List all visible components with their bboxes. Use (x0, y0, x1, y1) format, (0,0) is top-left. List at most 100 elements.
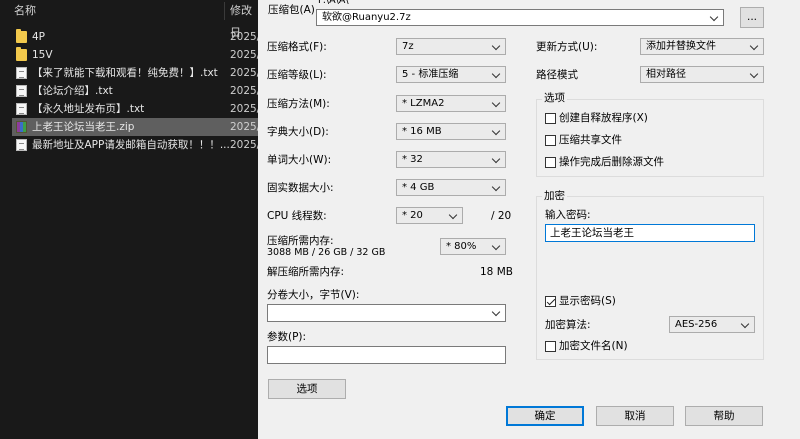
level-combo[interactable]: 5 - 标准压缩 (396, 66, 506, 83)
solid-label: 固实数据大小: (267, 182, 334, 194)
column-header-name[interactable]: 名称 (14, 0, 36, 22)
chevron-down-icon (491, 306, 502, 319)
text-file-icon (16, 139, 27, 151)
method-value: * LZMA2 (402, 98, 445, 109)
file-row[interactable]: 【来了就能下载和观看！纯免费！】.txt 2025/ (12, 64, 261, 82)
file-name: 【论坛介绍】.txt (32, 85, 113, 97)
file-date: 2025/ (230, 67, 261, 79)
delete-source-label[interactable]: 操作完成后删除源文件 (559, 155, 664, 169)
chevron-down-icon (491, 125, 502, 138)
path-mode-value: 相对路径 (646, 69, 686, 80)
help-button[interactable]: 帮助 (685, 406, 763, 426)
mem-decompress-label: 解压缩所需内存: (267, 266, 345, 278)
update-mode-combo[interactable]: 添加并替换文件 (640, 38, 764, 55)
cpu-total: / 20 (491, 210, 512, 222)
file-row[interactable]: 【论坛介绍】.txt 2025/ (12, 82, 261, 100)
solid-combo[interactable]: * 4 GB (396, 179, 506, 196)
path-mode-combo[interactable]: 相对路径 (640, 66, 764, 83)
dict-value: * 16 MB (402, 126, 442, 137)
path-mode-label: 路径模式 (536, 69, 578, 81)
cpu-value: * 20 (402, 210, 423, 221)
file-row[interactable]: 上老王论坛当老王.zip 2025/ (12, 118, 260, 136)
ok-button[interactable]: 确定 (506, 406, 584, 426)
chevron-down-icon (491, 97, 502, 110)
sfx-checkbox[interactable] (545, 113, 556, 124)
archive-name-value: 软欲@Ruanyu2.7z (322, 12, 411, 23)
method-combo[interactable]: * LZMA2 (396, 95, 506, 112)
file-row[interactable]: 【永久地址发布页】.txt 2025/ (12, 100, 261, 118)
text-file-icon (16, 85, 27, 97)
zip-archive-icon (16, 121, 27, 133)
encrypt-names-checkbox[interactable] (545, 341, 556, 352)
text-file-icon (16, 103, 27, 115)
mem-percent-combo[interactable]: * 80% (440, 238, 506, 255)
file-date: 2025/ (230, 85, 261, 97)
sort-up-icon: ⌃ (113, 0, 121, 6)
split-label: 分卷大小，字节(V): (267, 289, 360, 301)
delete-source-checkbox[interactable] (545, 157, 556, 168)
chevron-down-icon (491, 181, 502, 194)
file-name: 上老王论坛当老王.zip (32, 121, 135, 133)
file-name: 【永久地址发布页】.txt (32, 103, 145, 115)
file-row[interactable]: 4P 2025/ (12, 28, 260, 46)
file-date: 2025/ (230, 139, 261, 151)
dict-combo[interactable]: * 16 MB (396, 123, 506, 140)
file-name: 15V (32, 49, 53, 61)
options-group-title: 选项 (542, 91, 567, 105)
mem-decompress-value: 18 MB (480, 266, 513, 278)
browse-button[interactable]: ... (740, 7, 764, 28)
chevron-down-icon (491, 68, 502, 81)
file-name: 4P (32, 31, 46, 43)
file-date: 2025/ (230, 49, 261, 61)
file-name: 最新地址及APP请发邮箱自动获取！！！... (32, 139, 230, 151)
show-password-label[interactable]: 显示密码(S) (559, 294, 616, 308)
mem-compress-value: 3088 MB / 26 GB / 32 GB (267, 247, 386, 258)
sfx-label[interactable]: 创建自释放程序(X) (559, 111, 648, 125)
update-label: 更新方式(U): (536, 41, 598, 53)
file-explorer: ⌃ 名称 修改日 4P 2025/15V 2025/【来了就能下载和观看！纯免费！】… (0, 0, 261, 439)
chevron-down-icon (491, 153, 502, 166)
column-header-date[interactable]: 修改日 (230, 0, 258, 39)
enc-method-combo[interactable]: AES-256 (669, 316, 755, 333)
file-row[interactable]: 最新地址及APP请发邮箱自动获取！！！... 2025/ (12, 136, 261, 154)
file-row[interactable]: 15V 2025/ (12, 46, 261, 64)
password-input[interactable]: 上老王论坛当老王 (545, 224, 755, 242)
cancel-button[interactable]: 取消 (596, 406, 674, 426)
enc-method-label: 加密算法: (545, 319, 591, 331)
archive-dialog: F:\A\A\ 压缩包(A) 软欲@Ruanyu2.7z ... 压缩格式(F)… (258, 0, 800, 439)
show-password-checkbox[interactable] (545, 296, 556, 307)
archive-label: 压缩包(A) (268, 4, 315, 16)
split-size-combo[interactable] (267, 304, 506, 322)
solid-value: * 4 GB (402, 182, 435, 193)
chevron-down-icon (448, 209, 459, 222)
format-value: 7z (402, 41, 414, 52)
format-combo[interactable]: 7z (396, 38, 506, 55)
chevron-down-icon (749, 40, 760, 53)
folder-icon (16, 47, 27, 61)
shared-files-label[interactable]: 压缩共享文件 (559, 133, 622, 147)
chevron-down-icon (740, 318, 751, 331)
cpu-threads-combo[interactable]: * 20 (396, 207, 463, 224)
format-label: 压缩格式(F): (267, 41, 327, 53)
path-text: F:\A\A\ (318, 0, 349, 6)
params-label: 参数(P): (267, 331, 307, 343)
update-value: 添加并替换文件 (646, 41, 716, 52)
mem-percent-value: * 80% (446, 241, 477, 252)
archive-name-combo[interactable]: 软欲@Ruanyu2.7z (316, 9, 724, 26)
encrypt-names-label[interactable]: 加密文件名(N) (559, 339, 628, 353)
options-button[interactable]: 选项 (268, 379, 346, 399)
file-date: 2025/ (230, 103, 261, 115)
cpu-label: CPU 线程数: (267, 210, 327, 222)
password-label: 输入密码: (545, 209, 591, 221)
column-separator[interactable] (224, 2, 225, 20)
params-input[interactable] (267, 346, 506, 364)
shared-files-checkbox[interactable] (545, 135, 556, 146)
level-value: 5 - 标准压缩 (402, 69, 459, 80)
chevron-down-icon (491, 40, 502, 53)
dict-label: 字典大小(D): (267, 126, 329, 138)
word-combo[interactable]: * 32 (396, 151, 506, 168)
text-file-icon (16, 67, 27, 79)
chevron-down-icon[interactable] (709, 11, 720, 24)
enc-method-value: AES-256 (675, 319, 718, 330)
encryption-group-title: 加密 (542, 189, 567, 203)
